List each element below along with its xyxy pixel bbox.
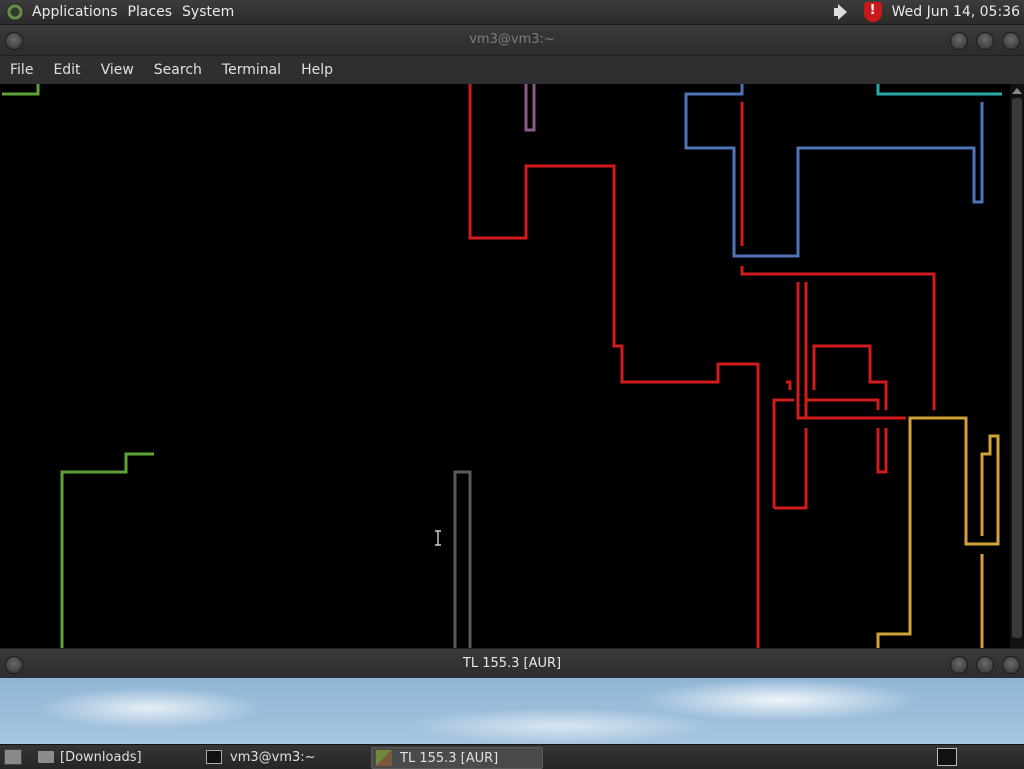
volume-icon[interactable] [832, 3, 854, 21]
terminal-window-title: vm3@vm3:~ [469, 32, 555, 47]
pipes-drawing [2, 84, 1002, 648]
pipe-red-horizontal [740, 266, 936, 410]
menu-help[interactable]: Help [291, 62, 343, 78]
pipe-teal [876, 84, 1002, 96]
pipe-green-bottom [60, 452, 154, 648]
close-icon[interactable] [1002, 656, 1020, 674]
pipe-yellow [876, 416, 1000, 648]
minimize-icon[interactable] [950, 32, 968, 50]
task-label: [Downloads] [60, 749, 142, 765]
folder-icon [38, 751, 54, 763]
pipe-red-cluster-c [806, 398, 880, 410]
pipe-green-top [2, 84, 40, 96]
applications-menu[interactable]: Applications [30, 4, 126, 20]
task-label: vm3@vm3:~ [230, 749, 316, 765]
menu-terminal[interactable]: Terminal [212, 62, 291, 78]
menu-view[interactable]: View [91, 62, 144, 78]
terminal-menubar: File Edit View Search Terminal Help [0, 56, 1024, 84]
pipe-blue [684, 84, 984, 258]
menu-search[interactable]: Search [144, 62, 212, 78]
terminal-scrollbar[interactable] [1010, 84, 1024, 648]
bottom-taskbar: [Downloads] vm3@vm3:~ TL 155.3 [AUR] [0, 744, 1024, 769]
distro-logo-icon[interactable] [6, 3, 24, 21]
tray-terminal-icon[interactable] [937, 748, 957, 766]
game-window-title: TL 155.3 [AUR] [462, 656, 562, 671]
task-downloads[interactable]: [Downloads] [38, 747, 198, 767]
pipe-gray [453, 470, 472, 648]
maximize-icon[interactable] [976, 32, 994, 50]
game-sky-view[interactable] [0, 678, 1024, 744]
show-desktop-icon[interactable] [4, 749, 22, 765]
clock[interactable]: Wed Jun 14, 05:36 [892, 4, 1020, 20]
menu-file[interactable]: File [0, 62, 43, 78]
game-window-titlebar[interactable]: TL 155.3 [AUR] [0, 648, 1024, 679]
pipe-red-tick [786, 380, 792, 390]
terminal-titlebar[interactable]: vm3@vm3:~ [0, 25, 1024, 56]
terminal-content[interactable] [0, 84, 1010, 648]
task-game[interactable]: TL 155.3 [AUR] [371, 747, 543, 769]
pipe-red-cluster-d [772, 398, 794, 508]
maximize-icon[interactable] [976, 656, 994, 674]
pipe-red-cluster-g [876, 428, 888, 474]
cube-icon [376, 750, 392, 766]
scroll-thumb[interactable] [1012, 98, 1022, 638]
terminal-icon [206, 750, 222, 764]
pipe-purple [524, 84, 536, 132]
pipe-red-cluster-f [774, 428, 808, 510]
minimize-icon[interactable] [950, 656, 968, 674]
task-label: TL 155.3 [AUR] [400, 750, 499, 766]
update-alert-icon[interactable] [863, 2, 882, 22]
pipe-red-main [468, 84, 760, 648]
places-menu[interactable]: Places [126, 4, 181, 20]
scroll-up-arrow-icon[interactable] [1012, 88, 1022, 94]
pipe-red-cluster-a [796, 282, 808, 420]
task-terminal[interactable]: vm3@vm3:~ [206, 747, 366, 767]
top-panel: Applications Places System Wed Jun 14, 0… [0, 0, 1024, 25]
menu-edit[interactable]: Edit [43, 62, 90, 78]
close-icon[interactable] [1002, 32, 1020, 50]
text-cursor-icon [435, 530, 441, 546]
panel-tray: Wed Jun 14, 05:36 [832, 0, 1020, 24]
system-menu[interactable]: System [180, 4, 242, 20]
